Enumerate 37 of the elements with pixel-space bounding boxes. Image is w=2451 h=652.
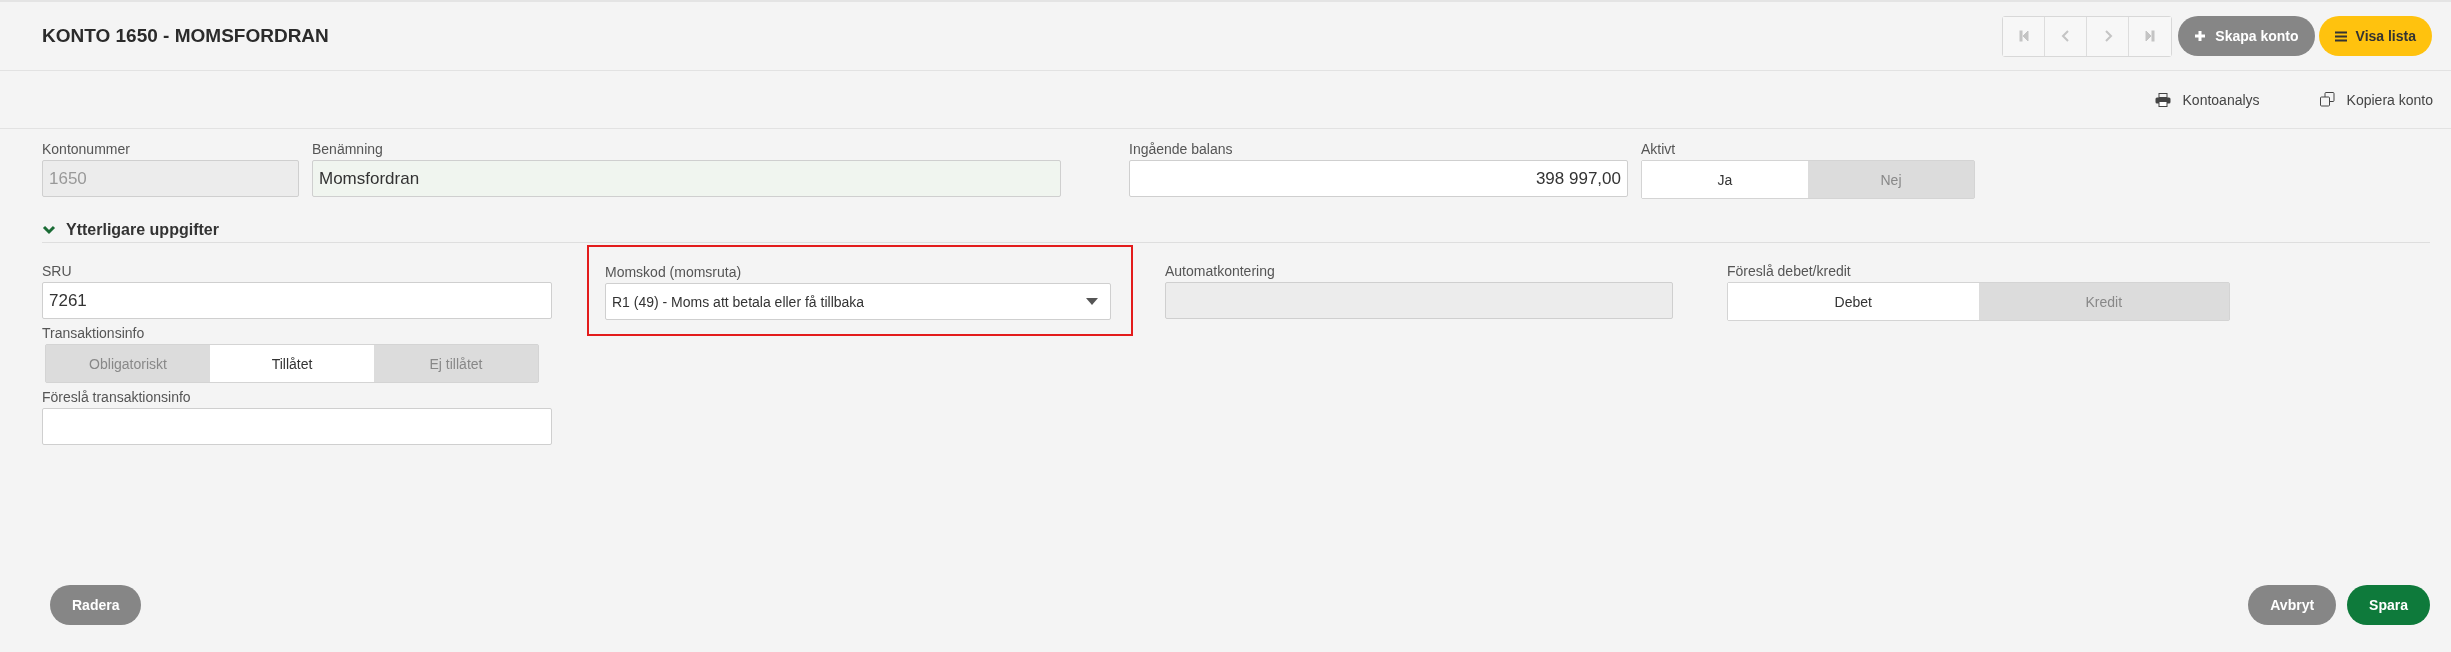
field-label: Föreslå debet/kredit [1727, 263, 1852, 280]
show-list-button[interactable]: Visa lista [2318, 16, 2432, 56]
cancel-button[interactable]: Avbryt [2248, 585, 2337, 625]
sru-field[interactable]: 7261 [42, 282, 552, 319]
chevron-down-icon [42, 225, 56, 235]
printer-icon [2154, 92, 2171, 107]
menu-icon [2334, 30, 2347, 42]
field-label: Kontonummer [42, 141, 131, 158]
field-label: Benämning [312, 141, 384, 158]
action-link[interactable]: Kopiera konto [2319, 91, 2433, 108]
toggle-option[interactable]: Ja [1642, 161, 1808, 198]
name-field[interactable]: Momsfordran [312, 160, 1061, 197]
field-label: Transaktionsinfo [42, 325, 146, 342]
transaction-info-field[interactable] [42, 408, 552, 445]
last-icon [2145, 30, 2156, 42]
chevron-right-icon [2102, 30, 2113, 42]
field-label: Automatkontering [1165, 263, 1276, 280]
field-label: Ingående balans [1129, 141, 1234, 158]
copy-icon [2319, 92, 2335, 107]
save-button[interactable]: Spara [2347, 585, 2430, 625]
plus-icon [2194, 30, 2207, 42]
chevron-left-icon [2060, 30, 2071, 42]
field-label: Momskod (momsruta) [605, 264, 742, 280]
page-title: KONTO 1650 - MOMSFORDRAN [42, 25, 329, 47]
create-account-button[interactable]: Skapa konto [2178, 16, 2315, 56]
field-label: Aktivt [1641, 141, 1677, 158]
toggle-option[interactable]: Debet [1728, 283, 1979, 320]
first-icon [2018, 30, 2029, 42]
section-toggle[interactable]: Ytterligare uppgifter [42, 221, 219, 239]
toggle-option[interactable]: Tillåtet [210, 345, 374, 382]
action-link[interactable]: Kontoanalys [2154, 91, 2260, 108]
balance-field[interactable]: 398 997,00 [1129, 160, 1628, 197]
delete-button[interactable]: Radera [50, 585, 142, 625]
field-label: Föreslå transaktionsinfo [42, 389, 192, 406]
vat-code-select[interactable]: R1 (49) - Moms att betala eller få tillbaka [605, 283, 1111, 320]
field-label: SRU [42, 263, 73, 280]
dropdown-arrow-icon [1086, 298, 1098, 305]
